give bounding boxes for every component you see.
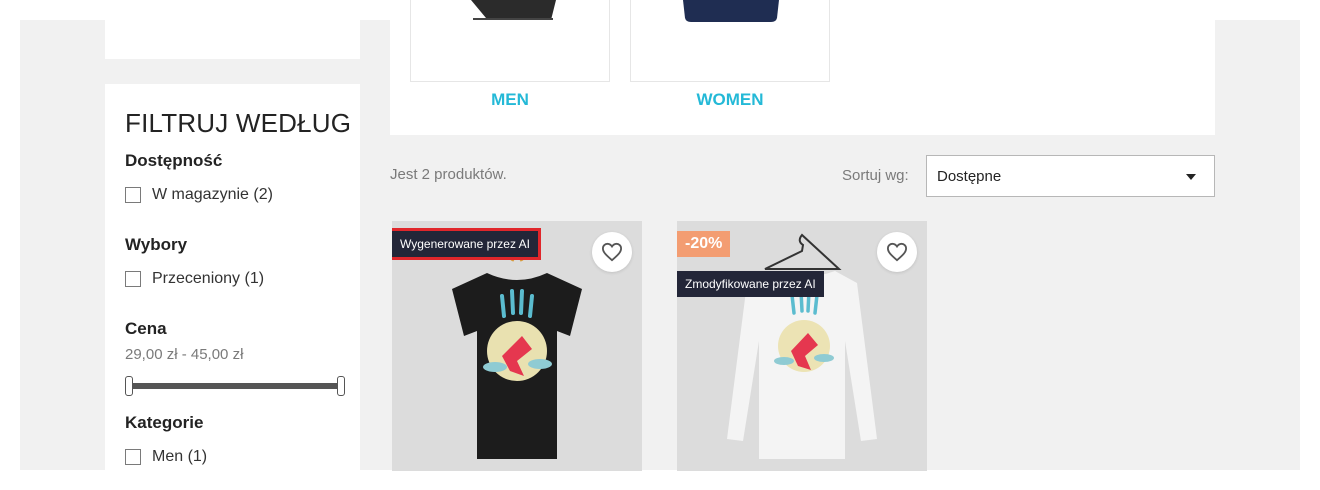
men-category-image — [471, 0, 556, 20]
heart-outline-icon — [886, 242, 908, 262]
wishlist-button[interactable] — [877, 232, 917, 272]
ai-generated-badge: Wygenerowane przez AI — [392, 228, 541, 260]
ai-modified-badge: Zmodyfikowane przez AI — [677, 271, 824, 297]
filter-option-on-sale[interactable]: Przeceniony (1) — [125, 270, 264, 288]
category-label-men[interactable]: MEN — [410, 90, 610, 110]
checkbox[interactable] — [125, 187, 141, 203]
women-category-image — [683, 0, 779, 22]
filter-option-in-stock[interactable]: W magazynie (2) — [125, 186, 273, 204]
sort-label: Sortuj wg: — [842, 167, 909, 184]
sidebar-top-block — [105, 0, 360, 59]
sort-dropdown-value: Dostępne — [937, 167, 1002, 185]
product-card-white-longsleeve[interactable]: -20% Zmodyfikowane przez AI — [677, 221, 927, 471]
checkbox[interactable] — [125, 271, 141, 287]
price-slider[interactable] — [125, 376, 345, 396]
filter-option-men[interactable]: Men (1) — [125, 448, 207, 466]
filters-panel: FILTRUJ WEDŁUG Dostępność W magazynie (2… — [105, 84, 360, 490]
filter-option-label: Przeceniony (1) — [152, 270, 265, 287]
discount-badge: -20% — [677, 231, 731, 257]
wishlist-button[interactable] — [592, 232, 632, 272]
chevron-down-icon — [1186, 174, 1196, 180]
facet-title-price: Cena — [125, 319, 167, 338]
filter-option-label: W magazynie (2) — [152, 186, 273, 203]
facet-title-categories: Kategorie — [125, 413, 204, 432]
price-range-text: 29,00 zł - 45,00 zł — [125, 346, 244, 363]
filter-option-label: Men (1) — [152, 448, 208, 465]
checkbox[interactable] — [125, 449, 141, 465]
filters-title: FILTRUJ WEDŁUG — [125, 108, 352, 138]
sort-dropdown[interactable]: Dostępne — [926, 155, 1215, 197]
price-slider-track — [129, 383, 341, 389]
category-card-women[interactable] — [630, 0, 830, 82]
price-slider-min-handle[interactable] — [125, 376, 133, 396]
product-count: Jest 2 produktów. — [390, 166, 507, 183]
heart-outline-icon — [601, 242, 623, 262]
category-label-women[interactable]: WOMEN — [630, 90, 830, 110]
subcategories-block: MEN WOMEN — [390, 0, 1215, 135]
facet-title-selections: Wybory — [125, 235, 188, 254]
category-card-men[interactable] — [410, 0, 610, 82]
price-slider-max-handle[interactable] — [337, 376, 345, 396]
product-card-black-tshirt[interactable]: Wygenerowane przez AI — [392, 221, 642, 471]
facet-title-availability: Dostępność — [125, 151, 223, 170]
